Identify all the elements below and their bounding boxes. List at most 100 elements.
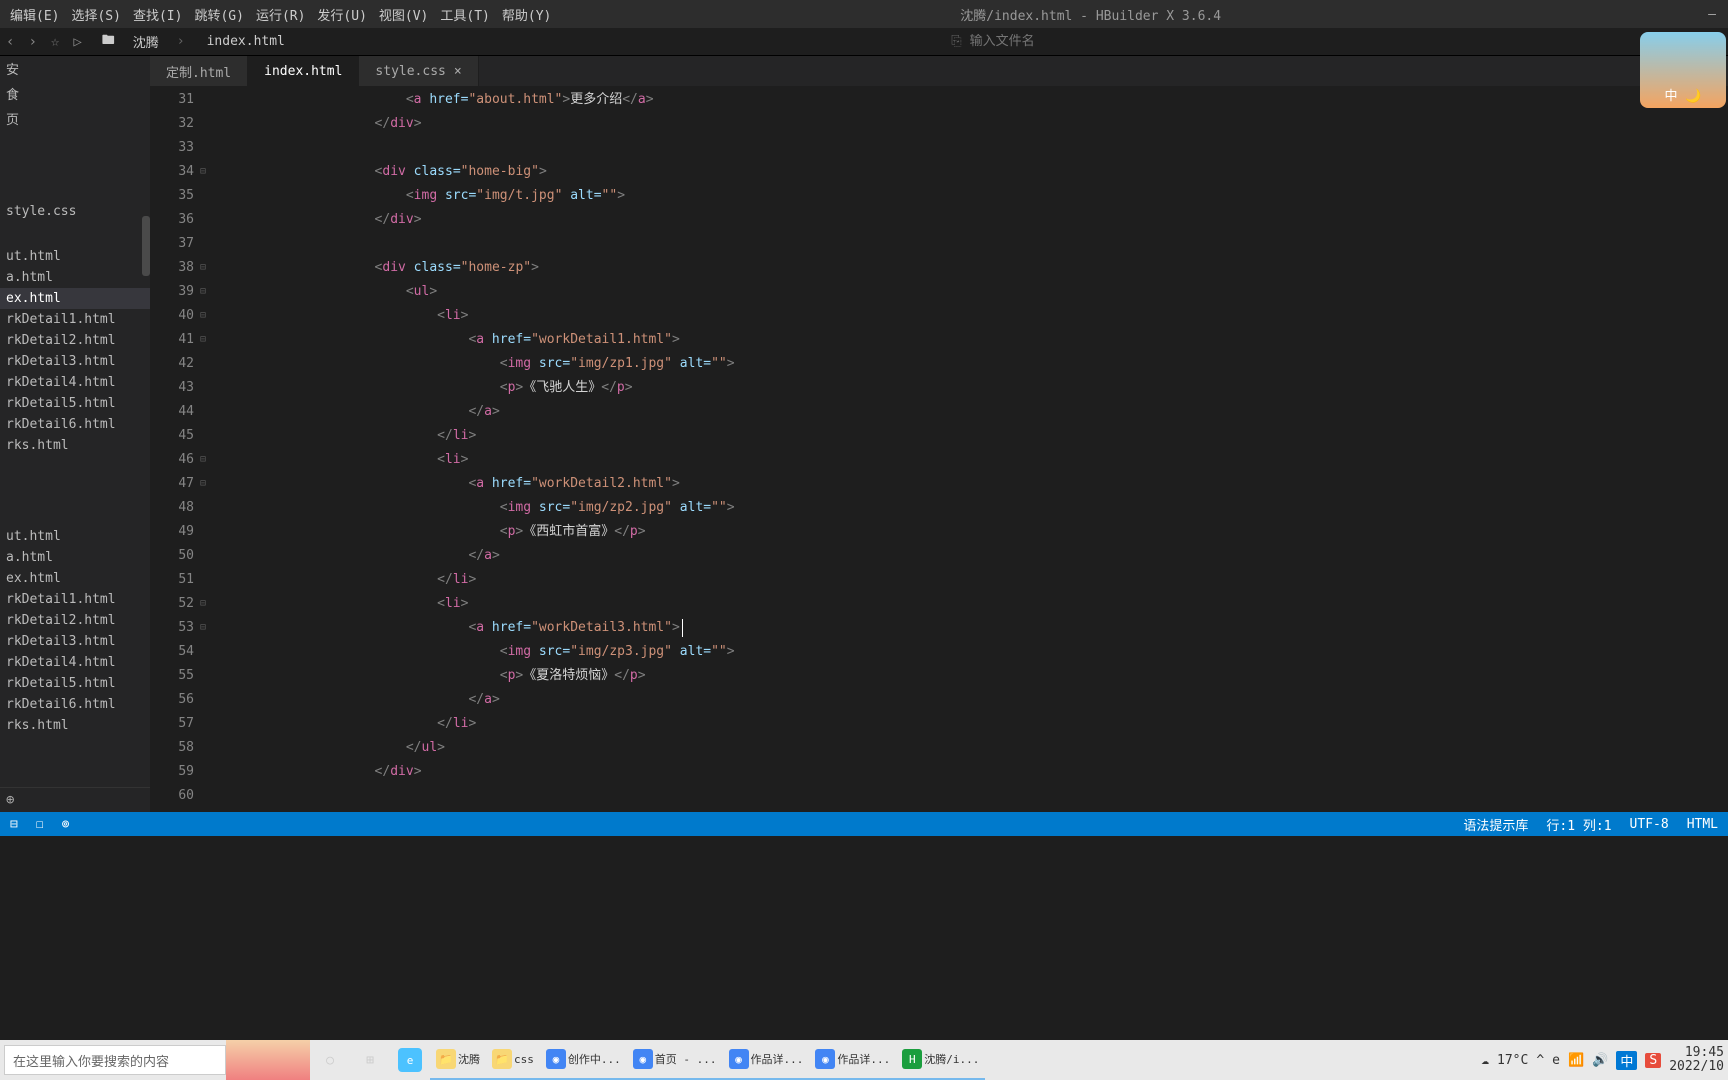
code-line[interactable]: <p>《飞驰人生》</p> <box>218 376 1728 400</box>
menu-run[interactable]: 运行(R) <box>250 1 311 28</box>
code-line[interactable]: </li> <box>218 568 1728 592</box>
fold-icon[interactable] <box>200 640 212 664</box>
tray-edge-icon[interactable]: e <box>1552 1053 1560 1068</box>
fold-icon[interactable] <box>200 760 212 784</box>
fold-icon[interactable]: ⊟ <box>200 280 212 304</box>
menu-release[interactable]: 发行(U) <box>311 1 372 28</box>
sidebar-item[interactable]: rkDetail3.html <box>0 351 150 372</box>
fold-icon[interactable] <box>200 688 212 712</box>
fold-icon[interactable] <box>200 664 212 688</box>
fold-icon[interactable]: ⊟ <box>200 328 212 352</box>
code-line[interactable]: <div class="home-zp"> <box>218 256 1728 280</box>
fold-icon[interactable] <box>200 232 212 256</box>
menu-goto[interactable]: 跳转(G) <box>188 1 249 28</box>
code-area[interactable]: 3132333435363738394041424344454647484950… <box>150 86 1728 812</box>
code-line[interactable]: <li> <box>218 592 1728 616</box>
sidebar-bottom-icon[interactable]: ⊕ <box>0 787 150 812</box>
taskbar-app[interactable]: ◉作品详... <box>723 1040 810 1080</box>
code-line[interactable]: </ul> <box>218 736 1728 760</box>
weather-widget[interactable]: 中 🌙 <box>1640 32 1726 108</box>
star-icon[interactable]: ☆ <box>51 34 59 50</box>
breadcrumb-project[interactable]: 沈腾 <box>133 32 159 51</box>
close-icon[interactable]: × <box>454 64 462 79</box>
sidebar-item[interactable]: rks.html <box>0 435 150 456</box>
tray-weather[interactable]: 17°C <box>1497 1053 1528 1068</box>
sidebar-item[interactable]: ut.html <box>0 246 150 267</box>
tray-ime[interactable]: 中 <box>1616 1051 1637 1070</box>
code-line[interactable]: <li> <box>218 304 1728 328</box>
fold-icon[interactable] <box>200 568 212 592</box>
sidebar-item[interactable]: rkDetail3.html <box>0 631 150 652</box>
menu-help[interactable]: 帮助(Y) <box>496 1 557 28</box>
code-line[interactable]: <a href="workDetail3.html"> <box>218 616 1728 640</box>
sidebar-item-stylecss[interactable]: style.css <box>0 201 150 222</box>
code-line[interactable]: </a> <box>218 688 1728 712</box>
code-line[interactable]: <img src="img/zp2.jpg" alt=""> <box>218 496 1728 520</box>
tray-chevron-up-icon[interactable]: ^ <box>1536 1053 1544 1068</box>
menu-select[interactable]: 选择(S) <box>65 1 126 28</box>
taskbar-search[interactable]: 在这里输入你要搜索的内容 <box>4 1045 226 1075</box>
sidebar-item[interactable]: rkDetail4.html <box>0 652 150 673</box>
sidebar-scrollbar[interactable] <box>142 216 150 276</box>
fold-icon[interactable] <box>200 496 212 520</box>
fold-icon[interactable]: ⊟ <box>200 160 212 184</box>
taskview-icon[interactable]: ⊞ <box>350 1040 390 1080</box>
tray-sogou-icon[interactable]: S <box>1645 1053 1661 1068</box>
code-line[interactable]: </div> <box>218 760 1728 784</box>
fold-icon[interactable] <box>200 112 212 136</box>
taskbar-app[interactable]: ◉作品详... <box>809 1040 896 1080</box>
fold-icon[interactable]: ⊟ <box>200 256 212 280</box>
status-language[interactable]: HTML <box>1687 817 1718 832</box>
fold-icon[interactable] <box>200 544 212 568</box>
menu-find[interactable]: 查找(I) <box>127 1 188 28</box>
fold-icon[interactable] <box>200 136 212 160</box>
sidebar-item[interactable]: rkDetail5.html <box>0 393 150 414</box>
sidebar-item[interactable]: 页 <box>0 106 150 131</box>
status-encoding[interactable]: UTF-8 <box>1630 817 1669 832</box>
taskbar-app[interactable]: 📁沈腾 <box>430 1040 486 1080</box>
fold-icon[interactable] <box>200 736 212 760</box>
cortana-icon[interactable]: ○ <box>310 1040 350 1080</box>
file-search[interactable]: ⎘ <box>299 34 1722 49</box>
fold-icon[interactable] <box>200 424 212 448</box>
folder-icon[interactable]: 🖿 <box>102 31 115 53</box>
minimize-icon[interactable]: — <box>1708 7 1716 22</box>
sidebar-item[interactable]: rkDetail2.html <box>0 330 150 351</box>
fold-icon[interactable] <box>200 520 212 544</box>
code-line[interactable]: </a> <box>218 544 1728 568</box>
code-line[interactable]: <p>《夏洛特烦恼》</p> <box>218 664 1728 688</box>
tab-dingzhi[interactable]: 定制.html <box>150 56 248 86</box>
fold-icon[interactable]: ⊟ <box>200 448 212 472</box>
code-line[interactable] <box>218 136 1728 160</box>
tray-network-icon[interactable]: 📶 <box>1568 1053 1584 1068</box>
sidebar-item[interactable]: a.html <box>0 547 150 568</box>
code-line[interactable]: <img src="img/t.jpg" alt=""> <box>218 184 1728 208</box>
taskbar-app-edge[interactable]: e <box>390 1040 430 1080</box>
search-input[interactable] <box>970 34 1070 49</box>
fold-icon[interactable] <box>200 208 212 232</box>
code-line[interactable]: </li> <box>218 712 1728 736</box>
fold-icon[interactable]: ⊟ <box>200 472 212 496</box>
fold-icon[interactable] <box>200 184 212 208</box>
sidebar-item[interactable]: rkDetail5.html <box>0 673 150 694</box>
sidebar-item[interactable]: a.html <box>0 267 150 288</box>
tray-volume-icon[interactable]: 🔊 <box>1592 1053 1608 1068</box>
fold-icon[interactable] <box>200 88 212 112</box>
code-line[interactable]: <a href="workDetail1.html"> <box>218 328 1728 352</box>
code-line[interactable]: </div> <box>218 112 1728 136</box>
status-icon[interactable]: ⊚ <box>62 817 70 832</box>
tray-weather-icon[interactable]: ☁ <box>1481 1053 1489 1068</box>
code-line[interactable]: <a href="workDetail2.html"> <box>218 472 1728 496</box>
tray-clock[interactable]: 19:452022/10 <box>1669 1046 1724 1075</box>
sidebar-item[interactable]: 食 <box>0 81 150 106</box>
code-line[interactable]: <div class="home-big"> <box>218 160 1728 184</box>
code-line[interactable]: <img src="img/zp1.jpg" alt=""> <box>218 352 1728 376</box>
status-icon[interactable]: ☐ <box>36 817 44 832</box>
sidebar-item[interactable]: rks.html <box>0 715 150 736</box>
sidebar-item[interactable]: rkDetail1.html <box>0 589 150 610</box>
breadcrumb-file[interactable]: index.html <box>207 34 285 49</box>
code-line[interactable]: <p>《西虹市首富》</p> <box>218 520 1728 544</box>
code-line[interactable]: </a> <box>218 400 1728 424</box>
code-line[interactable] <box>218 784 1728 808</box>
sidebar-item[interactable]: rkDetail6.html <box>0 414 150 435</box>
